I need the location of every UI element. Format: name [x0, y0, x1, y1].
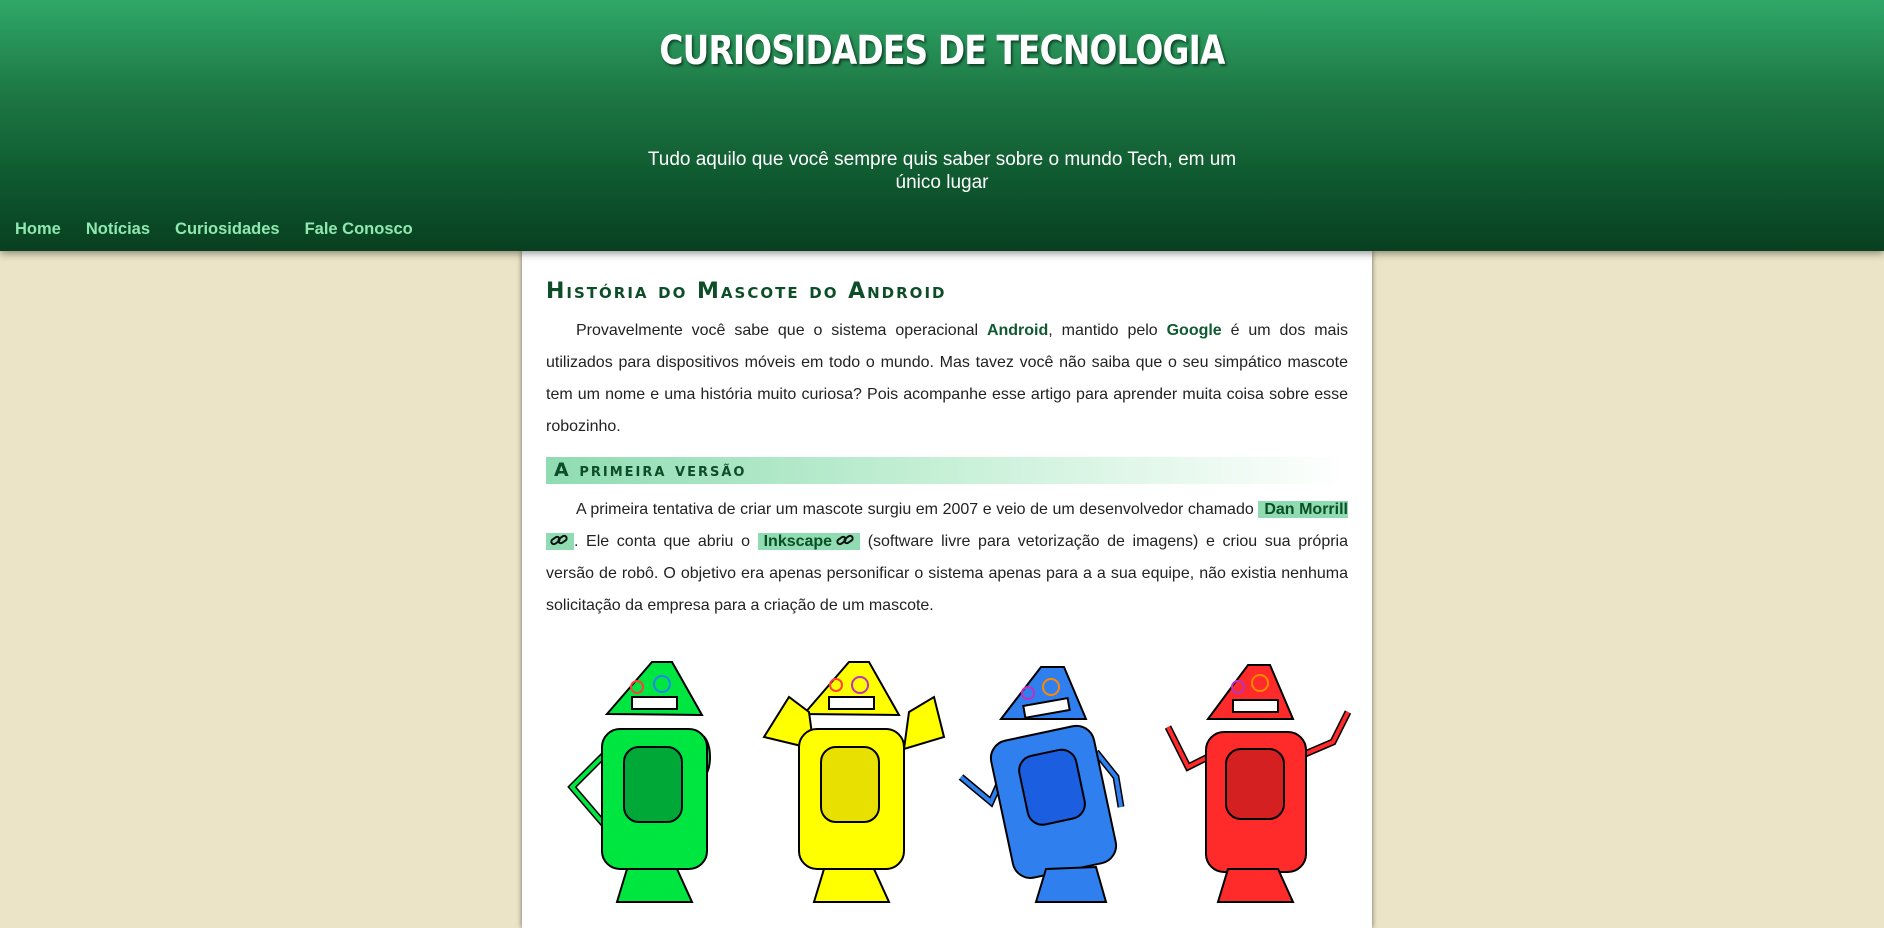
green-robot — [567, 661, 711, 903]
section1-paragraph: A primeira tentativa de criar um mascote… — [546, 494, 1348, 622]
nav-noticias-link[interactable]: Notícias — [86, 220, 150, 239]
nav-home-link[interactable]: Home — [15, 220, 61, 239]
yellow-robot — [762, 661, 946, 903]
intro-text-1: Provavelmente você sabe que o sistema op… — [576, 322, 987, 339]
article-title: História do Mascote do Android — [546, 279, 947, 304]
android-term: Android — [986, 322, 1049, 339]
site-subtitle: Tudo aquilo que você sempre quis saber s… — [647, 149, 1237, 193]
robot-mascots-image — [562, 657, 1362, 907]
inkscape-link-label: Inkscape — [763, 533, 833, 550]
link-chain-icon — [550, 534, 568, 546]
dan-morrill-link-label: Dan Morrill — [1264, 501, 1348, 518]
red-robot — [1164, 664, 1352, 903]
section-heading-primeira-versao: A primeira versão — [546, 457, 1348, 484]
article-container: História do Mascote do Android Provavelm… — [522, 251, 1372, 928]
google-term: Google — [1166, 322, 1222, 339]
section1-text-1: A primeira tentativa de criar um mascote… — [576, 501, 1259, 518]
site-title: CURIOSIDADES DE TECNOLOGIA — [659, 28, 1225, 74]
blue-robot — [958, 666, 1125, 903]
main-nav: Home Notícias Curiosidades Fale Conosco — [0, 220, 423, 244]
intro-paragraph: Provavelmente você sabe que o sistema op… — [546, 315, 1348, 443]
nav-curiosidades-link[interactable]: Curiosidades — [175, 220, 280, 239]
inkscape-link[interactable]: Inkscape — [757, 533, 861, 550]
section1-text-2: . Ele conta que abriu o — [574, 533, 758, 550]
link-chain-icon — [836, 534, 854, 546]
intro-text-2: , mantido pelo — [1048, 322, 1167, 339]
nav-fale-conosco-link[interactable]: Fale Conosco — [305, 220, 413, 239]
site-header: CURIOSIDADES DE TECNOLOGIA Tudo aquilo q… — [0, 0, 1884, 251]
